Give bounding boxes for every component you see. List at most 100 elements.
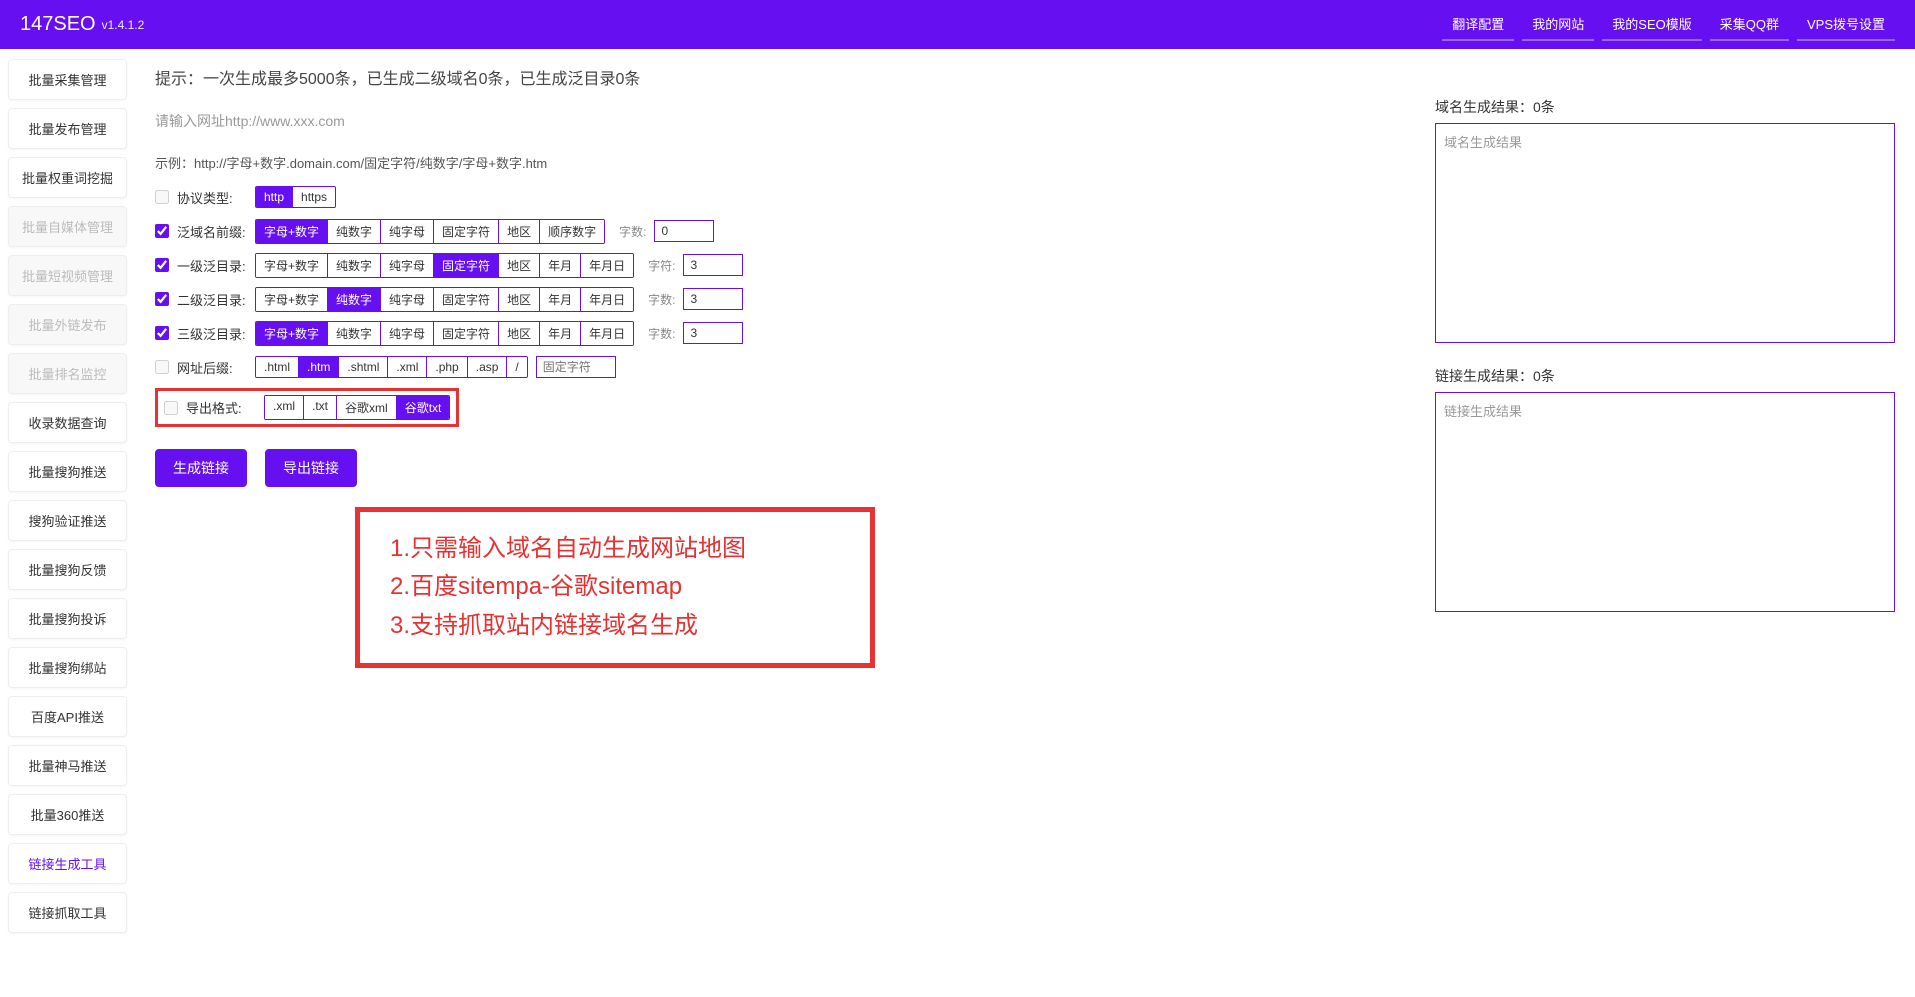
- seg-opt-prefix-3[interactable]: 固定字符: [434, 220, 499, 243]
- count-input-dir3[interactable]: [683, 322, 743, 344]
- seg-opt-protocol-1[interactable]: https: [293, 187, 335, 207]
- segmented-dir2: 字母+数字纯数字纯字母固定字符地区年月年月日: [255, 287, 634, 312]
- sidebar-item-17[interactable]: 链接抓取工具: [8, 892, 127, 933]
- sidebar-item-9[interactable]: 搜狗验证推送: [8, 500, 127, 541]
- sidebar-item-11[interactable]: 批量搜狗投诉: [8, 598, 127, 639]
- label-dir1: 一级泛目录:: [177, 256, 247, 275]
- nav-my-site[interactable]: 我的网站: [1522, 8, 1594, 41]
- seg-opt-suffix-4[interactable]: .php: [427, 357, 467, 377]
- sidebar-item-12[interactable]: 批量搜狗绑站: [8, 647, 127, 688]
- link-result-box[interactable]: [1435, 392, 1895, 612]
- trail-label-prefix: 字数:: [619, 223, 646, 240]
- seg-opt-suffix-5[interactable]: .asp: [468, 357, 508, 377]
- seg-opt-dir3-4[interactable]: 地区: [499, 322, 540, 345]
- seg-opt-dir1-3[interactable]: 固定字符: [434, 254, 499, 277]
- checkbox-dir1[interactable]: [155, 258, 169, 272]
- sidebar-item-5: 批量外链发布: [8, 304, 127, 345]
- sidebar-item-13[interactable]: 百度API推送: [8, 696, 127, 737]
- seg-opt-dir1-0[interactable]: 字母+数字: [256, 254, 328, 277]
- seg-opt-suffix-6[interactable]: /: [507, 357, 526, 377]
- row-protocol: 协议类型:httphttps: [155, 184, 1403, 210]
- seg-opt-dir3-3[interactable]: 固定字符: [434, 322, 499, 345]
- segmented-dir3: 字母+数字纯数字纯字母固定字符地区年月年月日: [255, 321, 634, 346]
- seg-opt-dir1-4[interactable]: 地区: [499, 254, 540, 277]
- checkbox-suffix[interactable]: [155, 360, 169, 374]
- seg-opt-prefix-5[interactable]: 顺序数字: [540, 220, 604, 243]
- sidebar-item-3: 批量自媒体管理: [8, 206, 127, 247]
- seg-opt-export-3[interactable]: 谷歌txt: [397, 396, 450, 419]
- checkbox-dir3[interactable]: [155, 326, 169, 340]
- fixed-char-input[interactable]: [536, 356, 616, 378]
- seg-opt-dir2-6[interactable]: 年月日: [581, 288, 633, 311]
- generation-hint: 提示：一次生成最多5000条，已生成二级域名0条，已生成泛目录0条: [155, 65, 1403, 89]
- generate-links-button[interactable]: 生成链接: [155, 449, 247, 487]
- seg-opt-prefix-4[interactable]: 地区: [499, 220, 540, 243]
- sidebar-item-10[interactable]: 批量搜狗反馈: [8, 549, 127, 590]
- nav-collect-qq-group[interactable]: 采集QQ群: [1710, 8, 1789, 41]
- seg-opt-dir3-6[interactable]: 年月日: [581, 322, 633, 345]
- segmented-protocol: httphttps: [255, 186, 336, 208]
- seg-opt-export-1[interactable]: .txt: [304, 396, 337, 419]
- top-bar: 147SEO v1.4.1.2 翻译配置 我的网站 我的SEO模版 采集QQ群 …: [0, 0, 1915, 49]
- seg-opt-dir2-1[interactable]: 纯数字: [328, 288, 381, 311]
- seg-opt-dir2-5[interactable]: 年月: [540, 288, 581, 311]
- seg-opt-suffix-2[interactable]: .shtml: [339, 357, 388, 377]
- trail-label-dir1: 字符:: [648, 257, 675, 274]
- seg-opt-dir1-2[interactable]: 纯字母: [381, 254, 434, 277]
- sidebar-item-16[interactable]: 链接生成工具: [8, 843, 127, 884]
- seg-opt-dir2-4[interactable]: 地区: [499, 288, 540, 311]
- seg-opt-dir3-1[interactable]: 纯数字: [328, 322, 381, 345]
- seg-opt-dir2-3[interactable]: 固定字符: [434, 288, 499, 311]
- nav-vps-dial-settings[interactable]: VPS拨号设置: [1797, 8, 1895, 41]
- seg-opt-dir3-0[interactable]: 字母+数字: [256, 322, 328, 345]
- url-input[interactable]: [155, 107, 1403, 135]
- checkbox-export[interactable]: [164, 401, 178, 415]
- checkbox-prefix[interactable]: [155, 224, 169, 238]
- seg-opt-dir2-2[interactable]: 纯字母: [381, 288, 434, 311]
- nav-my-seo-template[interactable]: 我的SEO模版: [1602, 8, 1701, 41]
- link-result-title: 链接生成结果：0条: [1435, 366, 1895, 386]
- count-input-prefix[interactable]: [654, 220, 714, 242]
- seg-opt-export-0[interactable]: .xml: [265, 396, 304, 419]
- seg-opt-dir3-5[interactable]: 年月: [540, 322, 581, 345]
- sidebar-item-8[interactable]: 批量搜狗推送: [8, 451, 127, 492]
- seg-opt-dir3-2[interactable]: 纯字母: [381, 322, 434, 345]
- seg-opt-dir2-0[interactable]: 字母+数字: [256, 288, 328, 311]
- checkbox-dir2[interactable]: [155, 292, 169, 306]
- segmented-export: .xml.txt谷歌xml谷歌txt: [264, 395, 450, 420]
- checkbox-protocol[interactable]: [155, 190, 169, 204]
- sidebar-item-4: 批量短视频管理: [8, 255, 127, 296]
- label-prefix: 泛域名前缀:: [177, 222, 247, 241]
- seg-opt-dir1-6[interactable]: 年月日: [581, 254, 633, 277]
- sidebar-item-15[interactable]: 批量360推送: [8, 794, 127, 835]
- seg-opt-prefix-1[interactable]: 纯数字: [328, 220, 381, 243]
- seg-opt-prefix-0[interactable]: 字母+数字: [256, 220, 328, 243]
- seg-opt-prefix-2[interactable]: 纯字母: [381, 220, 434, 243]
- seg-opt-dir1-1[interactable]: 纯数字: [328, 254, 381, 277]
- row-suffix: 网址后缀:.html.htm.shtml.xml.php.asp/: [155, 354, 1403, 380]
- seg-opt-suffix-0[interactable]: .html: [256, 357, 299, 377]
- seg-opt-suffix-1[interactable]: .htm: [299, 357, 339, 377]
- sidebar-item-2[interactable]: 批量权重词挖掘: [8, 157, 127, 198]
- seg-opt-protocol-0[interactable]: http: [256, 187, 293, 207]
- sidebar-item-0[interactable]: 批量采集管理: [8, 59, 127, 100]
- count-input-dir1[interactable]: [683, 254, 743, 276]
- count-input-dir2[interactable]: [683, 288, 743, 310]
- callout-line-2: 2.百度sitempa-谷歌sitemap: [390, 568, 840, 606]
- example-text: 示例：http://字母+数字.domain.com/固定字符/纯数字/字母+数…: [155, 153, 1403, 172]
- seg-opt-dir1-5[interactable]: 年月: [540, 254, 581, 277]
- seg-opt-suffix-3[interactable]: .xml: [388, 357, 427, 377]
- label-dir3: 三级泛目录:: [177, 324, 247, 343]
- export-links-button[interactable]: 导出链接: [265, 449, 357, 487]
- sidebar-item-14[interactable]: 批量神马推送: [8, 745, 127, 786]
- sidebar-item-7[interactable]: 收录数据查询: [8, 402, 127, 443]
- row-dir1: 一级泛目录: 字母+数字纯数字纯字母固定字符地区年月年月日字符:: [155, 252, 1403, 278]
- sidebar-item-1[interactable]: 批量发布管理: [8, 108, 127, 149]
- seg-opt-export-2[interactable]: 谷歌xml: [337, 396, 397, 419]
- nav-translate-config[interactable]: 翻译配置: [1442, 8, 1514, 41]
- sidebar-item-6: 批量排名监控: [8, 353, 127, 394]
- domain-result-box[interactable]: [1435, 123, 1895, 343]
- export-format-highlight: 导出格式:.xml.txt谷歌xml谷歌txt: [155, 388, 459, 427]
- top-nav: 翻译配置 我的网站 我的SEO模版 采集QQ群 VPS拨号设置: [1442, 8, 1895, 41]
- sidebar: 批量采集管理批量发布管理批量权重词挖掘批量自媒体管理批量短视频管理批量外链发布批…: [0, 49, 135, 943]
